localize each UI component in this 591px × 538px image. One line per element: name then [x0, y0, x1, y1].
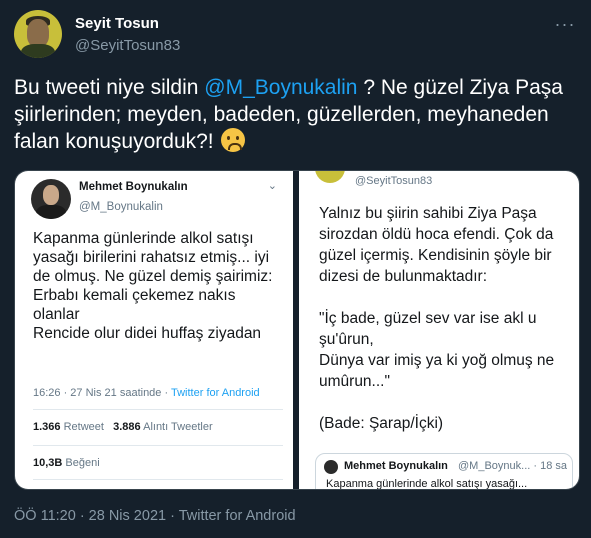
quoted-author-handle: @M_Boynukalin — [79, 201, 163, 213]
quoted-tweet-stats: 1.366 Retweet 3.886 Alıntı Tweetler — [33, 421, 213, 433]
quoted-tweet-timestamp: 16:26 · 27 Nis 21 saatinde · Twitter for… — [33, 387, 260, 399]
likes-count: 10,3B — [33, 457, 63, 469]
tweet-text: Bu tweeti niye sildin @M_Boynukalin ? Ne… — [14, 74, 579, 155]
divider — [33, 479, 283, 480]
embedded-quote: Mehmet Boynukalın @M_Boynuk... · 18 sa K… — [315, 453, 573, 490]
quoted-author-avatar — [31, 179, 71, 219]
tweet-text-part1: Bu tweeti niye sildin — [14, 76, 205, 99]
likes-label: Beğeni — [62, 457, 100, 469]
reply-body: Yalnız bu şiirin sahibi Ziya Paşa sirozd… — [319, 205, 555, 432]
embedded-quote-avatar — [324, 460, 338, 474]
quotes-count: 3.886 — [113, 421, 141, 433]
quotes-label: Alıntı Tweetler — [140, 421, 213, 433]
embedded-quote-handle: @M_Boynuk... · 18 sa — [458, 460, 567, 472]
media-image-right[interactable]: @SeyitTosun83 Yalnız bu şiirin sahibi Zi… — [299, 171, 579, 490]
quoted-author-name: Mehmet Boynukalın — [79, 181, 188, 193]
quoted-tweet-source: Twitter for Android — [171, 387, 260, 399]
quoted-tweet-likes: 10,3B Beğeni — [33, 457, 100, 469]
mention-link[interactable]: @M_Boynukalin — [204, 76, 357, 99]
embedded-quote-text: Kapanma günlerinde alkol satışı yasağı..… — [326, 478, 528, 490]
media-image-left[interactable]: Mehmet Boynukalın @M_Boynukalin ⌄ Kapanm… — [15, 171, 293, 489]
retweets-label: Retweet — [60, 421, 104, 433]
tweet-header: Seyit Tosun @SeyitTosun83 ··· — [14, 10, 579, 60]
quoted-tweet-body: Kapanma günlerinde alkol satışı yasağı b… — [33, 230, 273, 342]
embedded-quote-name: Mehmet Boynukalın — [344, 460, 448, 472]
reply-author-handle: @SeyitTosun83 — [355, 175, 433, 187]
frowning-face-icon — [221, 128, 246, 152]
divider — [33, 409, 283, 410]
more-options-icon[interactable]: ··· — [553, 14, 577, 34]
author-name[interactable]: Seyit Tosun — [75, 15, 159, 32]
quoted-tweet-time: 16:26 · 27 Nis 21 saatinde · — [33, 387, 171, 399]
retweets-count: 1.366 — [33, 421, 61, 433]
reply-author-avatar — [315, 171, 345, 183]
divider — [33, 445, 283, 446]
tweet-media[interactable]: Mehmet Boynukalın @M_Boynukalin ⌄ Kapanm… — [14, 170, 580, 490]
tweet-metadata[interactable]: ÖÖ 11:20 · 28 Nis 2021 · Twitter for And… — [14, 508, 296, 524]
author-avatar[interactable] — [14, 10, 62, 58]
chevron-down-icon: ⌄ — [267, 180, 277, 192]
author-handle[interactable]: @SeyitTosun83 — [75, 37, 180, 54]
